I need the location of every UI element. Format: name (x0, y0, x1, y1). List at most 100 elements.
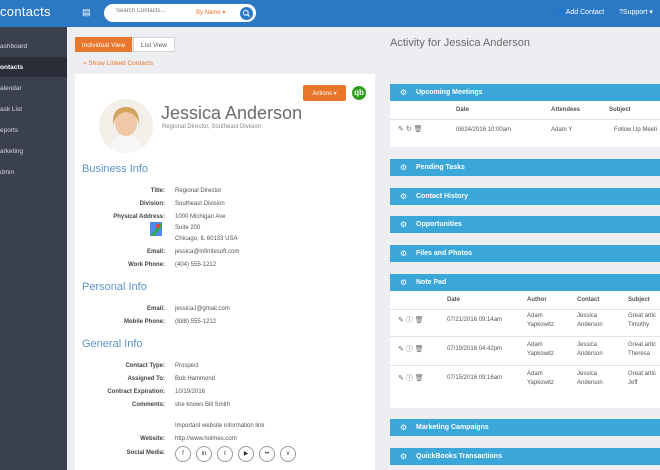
contact-type-value: Prospect (175, 363, 199, 369)
note-contact-surname: Anderson (577, 322, 603, 328)
contact-subtitle: Regional Director, Southeast Division (162, 124, 262, 130)
flickr-icon[interactable]: •• (259, 446, 275, 462)
website-label: Website: (140, 436, 165, 442)
trash-icon[interactable]: 🗑 (414, 126, 423, 133)
comments-value: she knows Bill Smith (175, 402, 231, 408)
general-info-heading: General Info (82, 338, 143, 350)
row-actions[interactable]: ✎ ⓘ 🗑 (398, 344, 424, 354)
gear-icon: ⚙ (400, 163, 408, 172)
sidebar-item-calendar[interactable]: alendar (0, 78, 67, 98)
linkedin-icon[interactable]: in (196, 446, 212, 462)
gear-icon: ⚙ (400, 249, 408, 258)
tab-individual-view[interactable]: Individual View (75, 37, 132, 52)
opportunities-header[interactable]: ⚙ Opportunities (390, 216, 660, 233)
title-label: Title: (150, 188, 165, 194)
division-value: Southeast Division (175, 201, 225, 207)
contact-name: Jessica Anderson (161, 103, 303, 123)
files-and-photos-header[interactable]: ⚙ Files and Photos (390, 245, 660, 262)
notes-date-header: Date (447, 297, 461, 303)
sidebar-item-contacts[interactable]: ontacts (0, 57, 67, 77)
address-label: Physical Address: (113, 214, 165, 220)
sync-icon[interactable]: ↻ (406, 126, 412, 133)
business-email-value[interactable]: jessica@infinitesoft.com (175, 249, 239, 255)
note-subject-detail: Jeff (628, 380, 638, 386)
info-icon[interactable]: ⓘ (406, 317, 413, 324)
sidebar-item-task-list[interactable]: ask List (0, 99, 67, 119)
vimeo-icon[interactable]: v (280, 446, 296, 462)
app-brand[interactable]: contacts (0, 4, 51, 19)
search-icon[interactable] (240, 7, 253, 20)
website-note: Important website information link (175, 423, 265, 429)
note-contact: Jessica (577, 313, 598, 319)
upcoming-meetings-table: Date Attendees Subject ✎ ↻ 🗑 08/24/2016 … (390, 101, 660, 147)
quickbooks-transactions-header[interactable]: ⚙ QuickBooks Transactions (390, 448, 660, 465)
title-value: Regional Director (175, 188, 222, 194)
trash-icon[interactable]: 🗑 (415, 346, 424, 353)
notes-subject-header: Subject (628, 297, 650, 303)
contact-type-label: Contact Type: (125, 363, 165, 369)
personal-email-label: Email: (146, 306, 165, 312)
contract-expiration-label: Contract Expiration: (107, 389, 165, 395)
row-actions[interactable]: ✎ ↻ 🗑 (398, 125, 423, 133)
show-linked-contacts-link[interactable]: ⌕ Show Linked Contacts (83, 60, 153, 68)
business-info-heading: Business Info (82, 163, 149, 175)
row-actions[interactable]: ✎ ⓘ 🗑 (398, 373, 424, 383)
meeting-subject: Follow Up Meeti (614, 127, 658, 133)
actions-button[interactable]: Actions ▾ (303, 85, 346, 101)
note-author: Adam (527, 313, 543, 319)
info-icon[interactable]: ⓘ (406, 375, 413, 382)
sidebar-item-reports[interactable]: eports (0, 120, 67, 140)
facebook-icon[interactable]: f (175, 446, 191, 462)
gear-icon: ⚙ (400, 192, 408, 201)
search-by-dropdown[interactable]: By Name ▾ (196, 9, 225, 16)
note-author: Adam (527, 342, 543, 348)
sidebar: ashboard ontacts alendar ask List eports… (0, 27, 67, 470)
work-phone-label: Work Phone: (128, 262, 165, 268)
contact-history-header[interactable]: ⚙ Contact History (390, 188, 660, 205)
note-subject: Great artic (628, 371, 657, 377)
note-pad-header[interactable]: ⚙ Note Pad (390, 274, 660, 291)
edit-icon[interactable]: ✎ (398, 126, 404, 133)
website-link[interactable]: http://www.holmes.com (175, 436, 237, 442)
address-line-2: Suite 200 (175, 225, 201, 231)
trash-icon[interactable]: 🗑 (415, 317, 424, 324)
search-box: By Name ▾ (104, 4, 256, 22)
edit-icon[interactable]: ✎ (398, 346, 404, 353)
sidebar-item-dashboard[interactable]: ashboard (0, 36, 67, 56)
user-add-icon: 👤 (557, 9, 566, 16)
note-contact-surname: Anderson (577, 351, 603, 357)
meetings-attendees-header: Attendees (551, 107, 581, 113)
meeting-attendees: Adam Y (551, 127, 573, 133)
sidebar-item-admin[interactable]: dmin (0, 162, 67, 182)
edit-icon[interactable]: ✎ (398, 375, 404, 382)
menu-icon[interactable]: ▤ (82, 8, 91, 17)
sidebar-item-marketing[interactable]: arketing (0, 141, 67, 161)
personal-email-value[interactable]: jessicaJ@gmail.com (175, 306, 230, 312)
map-icon[interactable] (150, 222, 162, 236)
twitter-icon[interactable]: t (217, 446, 233, 462)
gear-icon: ⚙ (400, 452, 408, 461)
trash-icon[interactable]: 🗑 (415, 375, 424, 382)
address-line-1: 1000 Michigan Ave (175, 214, 226, 220)
note-date: 07/15/2016 09:16am (447, 375, 503, 381)
youtube-icon[interactable]: ▶ (238, 446, 254, 462)
info-icon[interactable]: ⓘ (406, 346, 413, 353)
notes-author-header: Author (527, 297, 547, 303)
support-menu[interactable]: ?Support ▾ (619, 8, 653, 16)
quickbooks-icon[interactable]: qb (352, 86, 366, 100)
tab-list-view[interactable]: List View (133, 37, 175, 52)
social-media-label: Social Media: (126, 450, 165, 456)
add-contact-link[interactable]: 👤Add Contact (557, 8, 604, 16)
marketing-campaigns-header[interactable]: ⚙ Marketing Campaigns (390, 419, 660, 436)
row-actions[interactable]: ✎ ⓘ 🗑 (398, 315, 424, 325)
pending-tasks-header[interactable]: ⚙ Pending Tasks (390, 159, 660, 176)
edit-icon[interactable]: ✎ (398, 317, 404, 324)
avatar (99, 99, 153, 153)
note-author-surname: Yapkowitz (527, 351, 554, 357)
note-subject: Great artic (628, 342, 657, 348)
upcoming-meetings-header[interactable]: ⚙ Upcoming Meetings (390, 84, 660, 101)
mobile-phone-value: (888) 555-1212 (175, 319, 217, 325)
meetings-date-header: Date (456, 107, 470, 113)
search-input[interactable] (116, 8, 196, 14)
meetings-subject-header: Subject (609, 107, 631, 113)
